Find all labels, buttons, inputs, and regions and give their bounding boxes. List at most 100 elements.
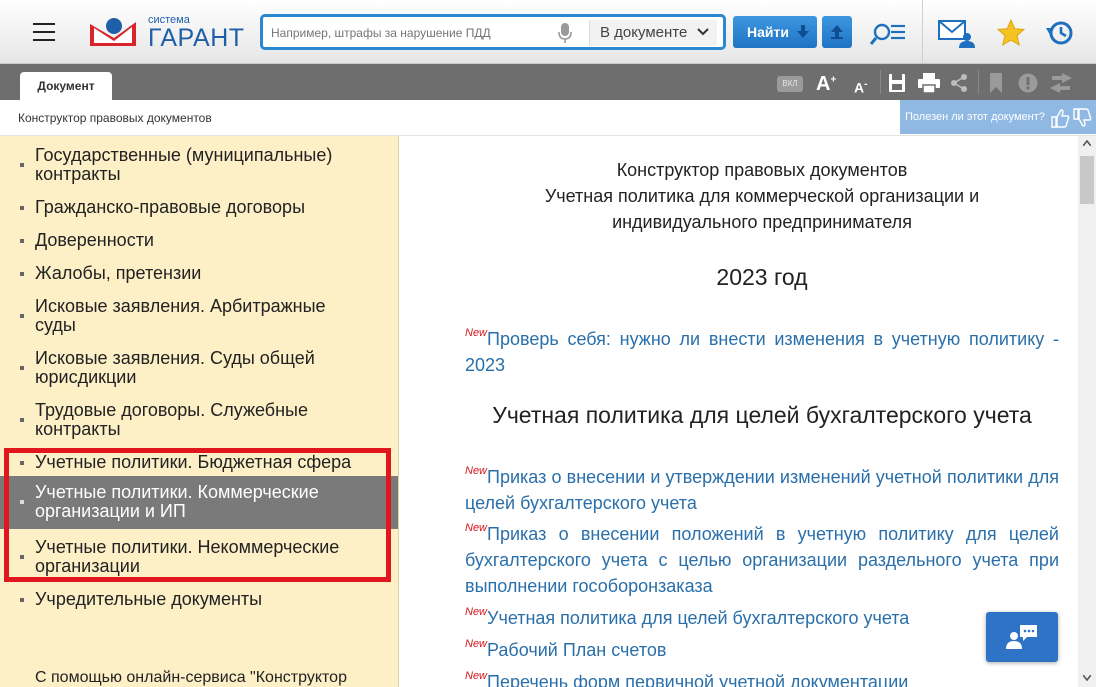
bullet xyxy=(20,239,24,243)
font-increase-button[interactable]: A+ xyxy=(816,73,836,96)
sidebar-item-employment-contracts[interactable]: Трудовые договоры. Служебные контракты xyxy=(0,400,398,441)
history-icon[interactable] xyxy=(1046,19,1074,47)
mail-icon[interactable] xyxy=(938,18,976,48)
document-year: 2023 год xyxy=(716,264,808,290)
new-badge: New xyxy=(465,327,488,339)
header-divider xyxy=(922,0,923,64)
tab-document[interactable]: Документ xyxy=(20,72,112,100)
sidebar-item-founding-documents[interactable]: Учредительные документы xyxy=(0,589,398,610)
upload-button[interactable] xyxy=(822,16,852,48)
document-title-line: индивидуального предпринимателя xyxy=(612,212,912,232)
sidebar-item-label: Учетные политики. Коммерческие организац… xyxy=(35,482,319,521)
document-title-line: Учетная политика для коммерческой органи… xyxy=(544,186,980,206)
document-link-text: Приказ о внесении положений в учетную по… xyxy=(465,524,1059,596)
new-badge: New xyxy=(465,522,488,534)
sidebar-item-label: Трудовые договоры. Служебные контракты xyxy=(35,400,308,439)
sidebar-item-label: Учетные политики. Бюджетная сфера xyxy=(35,452,352,472)
logo-wordmark: ГАРАНТ xyxy=(148,24,245,52)
sidebar-item-label: Учетные политики. Некоммерческие организ… xyxy=(35,537,340,576)
menu-icon[interactable] xyxy=(33,23,55,41)
compare-arrows-icon[interactable] xyxy=(1050,72,1072,94)
toolbar-divider xyxy=(880,70,881,94)
sidebar-item-label: Государственные (муниципальные) контракт… xyxy=(35,145,333,184)
warning-icon[interactable] xyxy=(1018,72,1038,94)
sidebar-item-label: Доверенности xyxy=(35,230,154,250)
bullet xyxy=(20,366,24,370)
scroll-down-arrow-icon[interactable] xyxy=(1083,675,1091,681)
bullet xyxy=(20,461,24,465)
sidebar-item-label: Исковые заявления. Суды общей юрисдикции xyxy=(35,348,315,387)
new-badge: New xyxy=(465,638,488,650)
bullet xyxy=(20,163,24,167)
share-icon[interactable] xyxy=(950,72,968,94)
bullet xyxy=(20,418,24,422)
logo-mark-icon xyxy=(90,18,136,46)
sidebar-item-arbitration-claims[interactable]: Исковые заявления. Арбитражные суды xyxy=(0,297,398,337)
microphone-icon[interactable] xyxy=(557,22,573,44)
document-link[interactable]: NewРабочий План счетов xyxy=(465,631,1059,663)
document-link[interactable]: NewПроверь себя: нужно ли внести изменен… xyxy=(465,320,1059,378)
document-link-text: Приказ о внесении и утверждении изменени… xyxy=(465,467,1059,513)
document-toolbar: Документ ВКЛ A+ A- xyxy=(0,64,1096,100)
feedback-panel: Полезен ли этот документ? xyxy=(900,100,1096,134)
search-scope-select[interactable]: В документе xyxy=(589,20,717,46)
font-decrease-button[interactable]: A- xyxy=(854,79,867,96)
arrow-up-icon xyxy=(831,25,843,39)
star-icon[interactable] xyxy=(997,19,1025,47)
smart-search-icon[interactable] xyxy=(870,18,906,46)
sidebar-item-general-court-claims[interactable]: Исковые заявления. Суды общей юрисдикции xyxy=(0,348,398,389)
sidebar-note: С помощью онлайн-сервиса "Конструктор xyxy=(35,669,347,686)
sidebar-item-nonprofit-accounting-policies[interactable]: Учетные политики. Некоммерческие организ… xyxy=(0,537,398,578)
new-badge: New xyxy=(465,606,488,618)
sidebar-item-budget-accounting-policies[interactable]: Учетные политики. Бюджетная сфера xyxy=(0,452,398,473)
document-scrollbar[interactable] xyxy=(1078,136,1096,687)
chevron-down-icon xyxy=(697,28,709,36)
find-button[interactable]: Найти xyxy=(733,16,817,48)
document-link[interactable]: NewПриказ о внесении и утверждении измен… xyxy=(465,458,1059,516)
thumbs-up-icon[interactable] xyxy=(1050,108,1070,128)
document-link[interactable]: NewУчетная политика для целей бухгалтерс… xyxy=(465,599,1059,631)
print-icon[interactable] xyxy=(918,72,940,94)
new-badge: New xyxy=(465,465,488,477)
garant-logo[interactable]: система ГАРАНТ xyxy=(88,14,244,54)
find-button-label: Найти xyxy=(747,24,789,40)
font-increase-label: A xyxy=(816,73,831,95)
sidebar-item-label: Учредительные документы xyxy=(35,589,263,609)
bullet xyxy=(20,555,24,559)
sidebar-item-civil-contracts[interactable]: Гражданско-правовые договоры xyxy=(0,197,398,218)
bookmark-icon[interactable] xyxy=(988,72,1004,94)
feedback-prompt: Полезен ли этот документ? xyxy=(905,111,1045,123)
document-link-text: Перечень форм первичной учетной документ… xyxy=(487,672,909,687)
save-icon[interactable] xyxy=(888,72,906,94)
reader-mode-toggle[interactable]: ВКЛ xyxy=(777,76,803,92)
scroll-up-arrow-icon[interactable] xyxy=(1083,140,1091,146)
document-view: Конструктор правовых документов Учетная … xyxy=(400,136,1078,687)
bullet xyxy=(20,500,24,504)
document-link-text: Проверь себя: нужно ли внести изменения … xyxy=(465,329,1059,375)
document-title-line: Конструктор правовых документов xyxy=(616,160,908,180)
sidebar-item-contracts[interactable]: Государственные (муниципальные) контракт… xyxy=(0,145,398,186)
thumbs-down-icon[interactable] xyxy=(1072,108,1092,128)
toolbar-divider xyxy=(978,70,979,94)
sidebar-item-commercial-accounting-policies[interactable]: Учетные политики. Коммерческие организац… xyxy=(0,476,398,529)
chat-support-button[interactable] xyxy=(986,612,1058,662)
breadcrumb[interactable]: Конструктор правовых документов xyxy=(18,111,212,125)
search-box: В документе xyxy=(260,14,726,50)
bullet xyxy=(20,272,24,276)
document-link[interactable]: NewПриказ о внесении положений в учетную… xyxy=(465,515,1059,599)
section-title: Учетная политика для целей бухгалтерског… xyxy=(492,402,1032,428)
search-input[interactable] xyxy=(271,23,551,43)
document-link-text: Учетная политика для целей бухгалтерског… xyxy=(487,608,910,628)
chat-support-icon xyxy=(1006,625,1037,649)
top-header: система ГАРАНТ В документе Найти xyxy=(0,0,1096,64)
font-decrease-label: A xyxy=(854,79,865,96)
sidebar-item-complaints[interactable]: Жалобы, претензии xyxy=(0,264,398,284)
sidebar-item-powers-of-attorney[interactable]: Доверенности xyxy=(0,230,398,251)
document-link[interactable]: NewПеречень форм первичной учетной докум… xyxy=(465,663,1059,687)
bullet xyxy=(20,598,24,602)
document-link-text: Рабочий План счетов xyxy=(487,640,667,660)
arrow-down-icon xyxy=(797,25,809,38)
sidebar-item-label: Гражданско-правовые договоры xyxy=(35,197,305,217)
bullet xyxy=(20,314,24,318)
scrollbar-thumb[interactable] xyxy=(1080,156,1094,204)
